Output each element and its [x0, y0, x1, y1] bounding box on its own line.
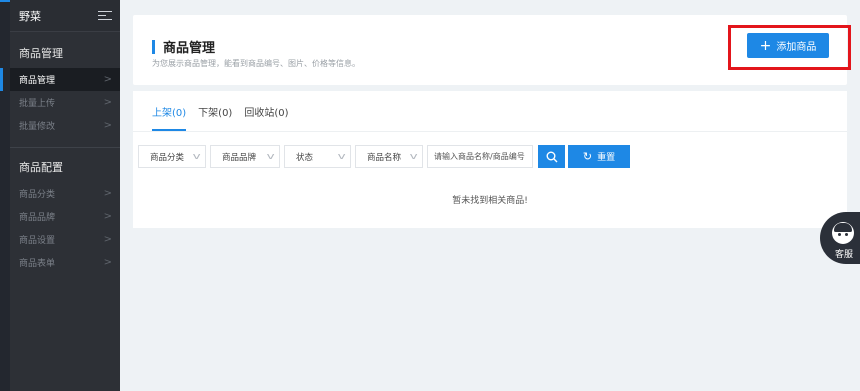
search-field-select-label: 商品名称 — [367, 152, 402, 163]
chevron-right-icon: > — [103, 120, 112, 131]
sidebar-item-goods-category[interactable]: 商品分类 > — [10, 182, 120, 205]
sidebar-item-batch-upload[interactable]: 批量上传 > — [10, 91, 120, 114]
sidebar-item-goods-brand[interactable]: 商品品牌 > — [10, 205, 120, 228]
category-select[interactable]: 商品分类 v — [138, 145, 206, 168]
sidebar-item-goods-management[interactable]: 商品管理 > — [0, 68, 120, 91]
sidebar-item-goods-settings[interactable]: 商品设置 > — [10, 228, 120, 251]
search-input[interactable] — [427, 145, 533, 168]
sidebar-item-label: 批量修改 — [19, 122, 56, 132]
chevron-down-icon: v — [192, 151, 201, 162]
sidebar-item-label: 商品设置 — [19, 236, 56, 246]
empty-state-message: 暂未找到相关商品! — [452, 196, 528, 206]
page-description: 为您展示商品管理，能看到商品编号、图片、价格等信息。 — [152, 59, 360, 68]
chevron-right-icon: > — [103, 234, 112, 245]
chevron-down-icon: v — [266, 151, 275, 162]
sidebar-item-label: 商品分类 — [19, 190, 56, 200]
sidebar-item-label: 商品管理 — [19, 76, 56, 86]
title-accent-bar — [152, 39, 155, 54]
filter-bar: 商品分类 v 商品品牌 v 状态 v 商品名称 v ↻ 重置 — [138, 145, 630, 168]
sidebar-item-label: 批量上传 — [19, 99, 56, 109]
sidebar-item-label: 商品表单 — [19, 259, 56, 269]
goods-list-card: 上架(0) 下架(0) 回收站(0) 商品分类 v 商品品牌 v 状态 v 商品… — [133, 91, 847, 228]
customer-service-button[interactable]: 客服 — [820, 212, 860, 264]
sidebar-item-label: 商品品牌 — [19, 213, 56, 223]
sidebar-section-goods-config[interactable]: 商品配置 — [10, 152, 120, 182]
search-icon — [546, 151, 557, 162]
chevron-down-icon: v — [409, 151, 418, 162]
chevron-right-icon: > — [103, 211, 112, 222]
icon-rail — [0, 0, 60, 391]
chevron-down-icon: v — [337, 151, 346, 162]
customer-service-icon — [832, 222, 854, 244]
sidebar-item-goods-form[interactable]: 商品表单 > — [10, 251, 120, 274]
chevron-right-icon: > — [103, 188, 112, 199]
chevron-right-icon: > — [103, 257, 112, 268]
page-title-row: 商品管理 — [152, 37, 215, 56]
collapse-menu-icon[interactable] — [98, 10, 112, 21]
brand-select[interactable]: 商品品牌 v — [210, 145, 280, 168]
sidebar-section-goods-management[interactable]: 商品管理 — [10, 38, 120, 68]
tab-off-shelf[interactable]: 下架(0) — [198, 91, 232, 131]
chevron-right-icon: > — [103, 97, 112, 108]
status-tabs: 上架(0) 下架(0) 回收站(0) — [152, 91, 301, 131]
chevron-right-icon: > — [103, 74, 112, 85]
search-button[interactable] — [538, 145, 565, 168]
brand-select-label: 商品品牌 — [222, 152, 257, 163]
highlight-box — [728, 25, 851, 70]
reset-button-label: 重置 — [597, 153, 616, 163]
page-title: 商品管理 — [163, 41, 216, 56]
sidebar: 野菜 商品管理 商品管理 > 批量上传 > 批量修改 > 商品配置 商品分类 >… — [0, 0, 120, 391]
category-select-label: 商品分类 — [150, 152, 185, 163]
tab-on-shelf[interactable]: 上架(0) — [152, 91, 187, 131]
reset-button[interactable]: ↻ 重置 — [568, 145, 630, 168]
search-field-select[interactable]: 商品名称 v — [355, 145, 423, 168]
status-select[interactable]: 状态 v — [284, 145, 351, 168]
sidebar-brand: 野菜 — [10, 0, 120, 32]
customer-service-label: 客服 — [834, 250, 853, 260]
refresh-icon: ↻ — [582, 150, 593, 163]
sidebar-divider — [10, 147, 120, 148]
sidebar-item-batch-edit[interactable]: 批量修改 > — [10, 114, 120, 137]
status-select-label: 状态 — [296, 152, 314, 163]
tabs-divider — [133, 131, 847, 132]
brand-title: 野菜 — [19, 9, 41, 23]
tab-recycle-bin[interactable]: 回收站(0) — [244, 91, 288, 131]
